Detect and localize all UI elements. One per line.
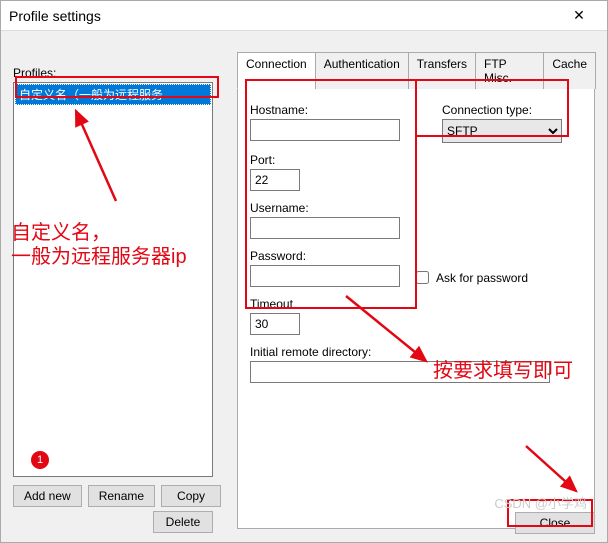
- port-input[interactable]: [250, 169, 300, 191]
- hostname-input[interactable]: [250, 119, 400, 141]
- ask-password-checkbox[interactable]: [416, 271, 429, 284]
- connection-type-label: Connection type:: [442, 103, 582, 117]
- annotation-badge-1: 1: [31, 451, 49, 469]
- timeout-label: Timeout: [250, 297, 582, 311]
- copy-button[interactable]: Copy: [161, 485, 221, 507]
- dialog-button-bar: Close: [515, 512, 595, 534]
- tab-ftp-misc[interactable]: FTP Misc.: [475, 52, 544, 89]
- password-label: Password:: [250, 249, 400, 263]
- initial-dir-input[interactable]: [250, 361, 550, 383]
- content-area: Profiles: 自定义名（一般为远程服务 Add new Rename Co…: [1, 31, 607, 542]
- tab-transfers[interactable]: Transfers: [408, 52, 476, 89]
- hostname-label: Hostname:: [250, 103, 422, 117]
- titlebar: Profile settings ✕: [1, 1, 607, 31]
- ask-password-label: Ask for password: [436, 271, 528, 285]
- tab-authentication[interactable]: Authentication: [315, 52, 409, 89]
- profiles-label: Profiles:: [13, 66, 223, 80]
- tab-cache[interactable]: Cache: [543, 52, 596, 89]
- tab-strip: Connection Authentication Transfers FTP …: [237, 51, 595, 89]
- connection-type-select[interactable]: SFTP: [442, 119, 562, 143]
- password-input[interactable]: [250, 265, 400, 287]
- ask-password-checkbox-wrap[interactable]: Ask for password: [412, 268, 528, 287]
- add-new-button[interactable]: Add new: [13, 485, 82, 507]
- profile-settings-window: Profile settings ✕ Profiles: 自定义名（一般为远程服…: [0, 0, 608, 543]
- initial-dir-label: Initial remote directory:: [250, 345, 582, 359]
- profile-list-item[interactable]: 自定义名（一般为远程服务: [15, 84, 211, 105]
- username-label: Username:: [250, 201, 582, 215]
- watermark: CSDN @小学鸡: [494, 493, 587, 512]
- window-close-button[interactable]: ✕: [559, 7, 599, 24]
- profiles-listbox[interactable]: 自定义名（一般为远程服务: [13, 82, 213, 477]
- window-title: Profile settings: [9, 8, 559, 24]
- timeout-input[interactable]: [250, 313, 300, 335]
- username-input[interactable]: [250, 217, 400, 239]
- tab-connection[interactable]: Connection: [237, 52, 316, 89]
- connection-tab-body: Hostname: Connection type: SFTP Port:: [237, 89, 595, 529]
- delete-button[interactable]: Delete: [153, 511, 213, 533]
- rename-button[interactable]: Rename: [88, 485, 155, 507]
- settings-panel: Connection Authentication Transfers FTP …: [237, 51, 595, 498]
- port-label: Port:: [250, 153, 582, 167]
- close-button[interactable]: Close: [515, 512, 595, 534]
